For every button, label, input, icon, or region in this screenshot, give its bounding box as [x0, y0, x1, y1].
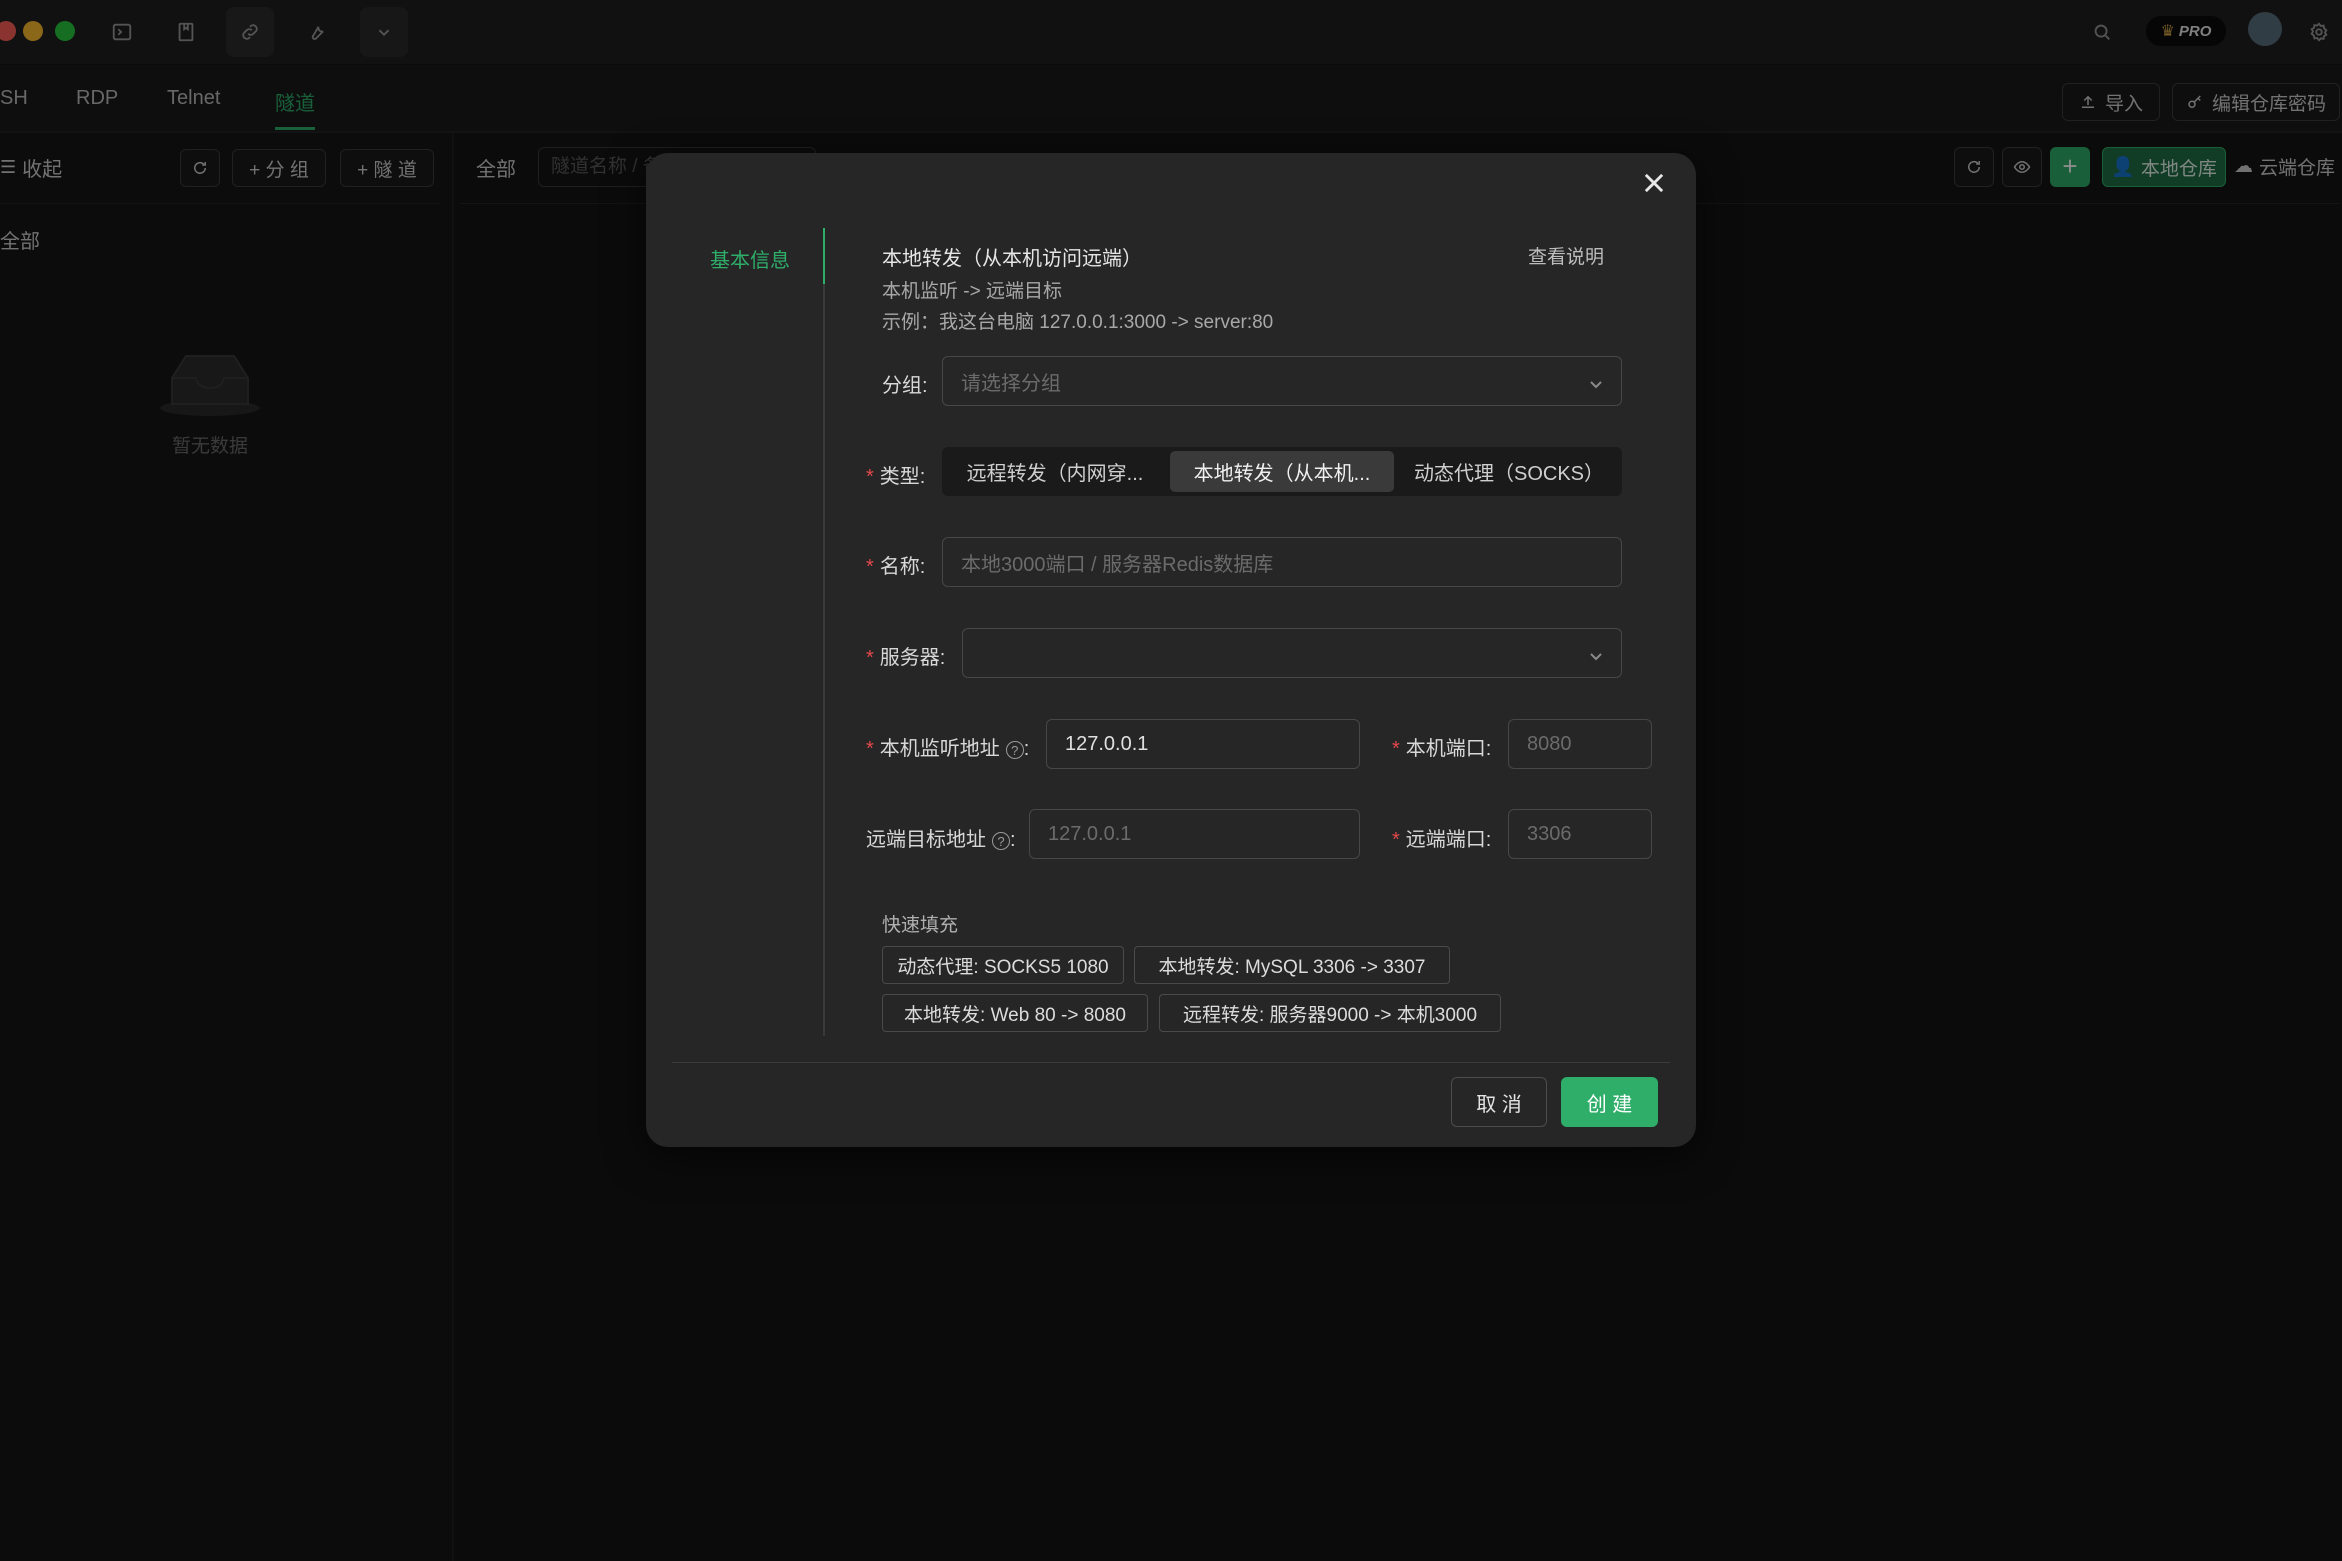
required-mark: *	[866, 466, 874, 488]
name-label-text: 名称:	[879, 556, 926, 578]
question-circle-icon[interactable]: ?	[1005, 740, 1024, 759]
type-option-dynamic[interactable]: 动态代理（SOCKS）	[1400, 451, 1618, 492]
server-label-text: 服务器:	[879, 647, 946, 669]
remote-address-input[interactable]: 127.0.0.1	[1029, 809, 1360, 859]
mode-description: 本机监听 -> 远端目标	[882, 281, 1062, 302]
local-address-input[interactable]: 127.0.0.1	[1046, 719, 1360, 769]
local-port-label: * 本机端口:	[1392, 732, 1491, 761]
local-port-label-text: 本机端口:	[1405, 738, 1492, 760]
type-option-remote[interactable]: 远程转发（内网穿...	[946, 451, 1164, 492]
quick-fill-remote[interactable]: 远程转发: 服务器9000 -> 本机3000	[1159, 994, 1501, 1032]
remote-port-label: * 远端端口:	[1392, 823, 1491, 852]
question-circle-icon[interactable]: ?	[992, 831, 1010, 850]
view-help-link[interactable]: 查看说明	[1528, 242, 1604, 269]
local-port-placeholder: 8080	[1527, 732, 1572, 755]
required-mark: *	[1392, 829, 1400, 851]
dialog-heading: 本地转发（从本机访问远端）	[882, 248, 1142, 270]
tab-basic-info[interactable]: 基本信息	[710, 244, 790, 273]
required-mark: *	[866, 556, 874, 578]
active-tab-indicator	[823, 228, 825, 284]
local-address-label-text: 本机监听地址	[879, 738, 1000, 760]
group-placeholder: 请选择分组	[961, 372, 1061, 395]
group-select[interactable]: 请选择分组	[942, 356, 1622, 406]
group-label: 分组:	[882, 375, 928, 397]
type-option-local[interactable]: 本地转发（从本机...	[1170, 451, 1394, 492]
create-button[interactable]: 创 建	[1561, 1077, 1658, 1127]
local-port-input[interactable]: 8080	[1508, 719, 1652, 769]
required-mark: *	[866, 738, 874, 760]
remote-address-placeholder: 127.0.0.1	[1048, 822, 1132, 845]
remote-address-label: 远端目标地址?:	[866, 829, 1016, 851]
example-description: 示例：我这台电脑 127.0.0.1:3000 -> server:80	[882, 312, 1274, 333]
tunnel-type-segmented: 远程转发（内网穿... 本地转发（从本机... 动态代理（SOCKS）	[942, 447, 1622, 496]
chevron-down-icon	[1589, 646, 1603, 661]
remote-port-placeholder: 3306	[1527, 822, 1572, 845]
name-placeholder: 本地3000端口 / 服务器Redis数据库	[961, 553, 1274, 576]
close-icon[interactable]	[1640, 169, 1668, 197]
quick-fill-title: 快速填充	[882, 915, 959, 936]
vertical-divider	[823, 284, 825, 1036]
quick-fill-mysql[interactable]: 本地转发: MySQL 3306 -> 3307	[1134, 946, 1450, 984]
type-label-text: 类型:	[879, 466, 926, 488]
required-mark: *	[866, 647, 874, 669]
server-label: * 服务器:	[866, 641, 945, 670]
required-mark: *	[1392, 738, 1400, 760]
chevron-down-icon	[1589, 374, 1603, 389]
quick-fill-web[interactable]: 本地转发: Web 80 -> 8080	[882, 994, 1148, 1032]
type-label: * 类型:	[866, 460, 925, 489]
local-address-label: * 本机监听地址?:	[866, 738, 1030, 760]
remote-port-input[interactable]: 3306	[1508, 809, 1652, 859]
server-select[interactable]	[962, 628, 1622, 678]
local-address-value: 127.0.0.1	[1065, 732, 1149, 755]
quick-fill-socks5[interactable]: 动态代理: SOCKS5 1080	[882, 946, 1124, 984]
name-input[interactable]: 本地3000端口 / 服务器Redis数据库	[942, 537, 1622, 587]
remote-port-label-text: 远端端口:	[1405, 829, 1492, 851]
remote-address-label-text: 远端目标地址	[866, 829, 986, 851]
cancel-button[interactable]: 取 消	[1451, 1077, 1547, 1127]
footer-divider	[672, 1062, 1670, 1063]
name-label: * 名称:	[866, 550, 925, 579]
